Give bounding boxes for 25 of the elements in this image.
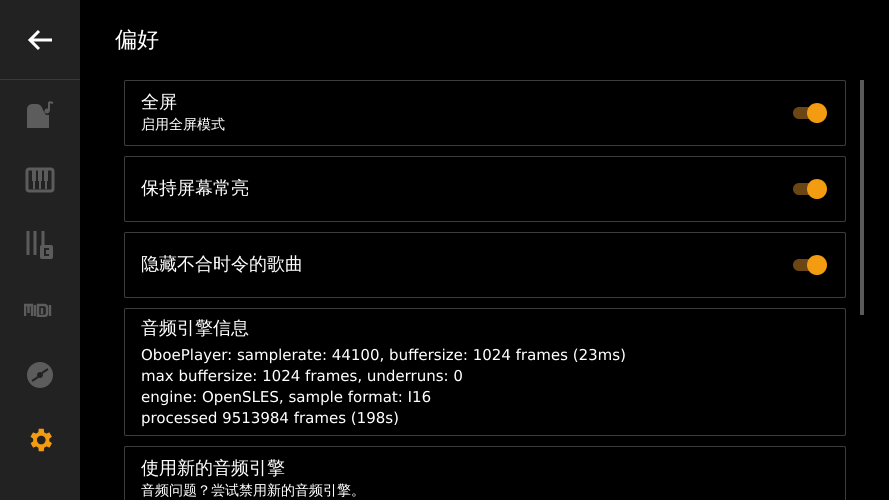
setting-card[interactable]: 音频引擎信息 OboePlayer: samplerate: 44100, buffersize: 1024 frames (23ms) max buffersize: 1024 frames, underruns: 0 engine: OpenSLES, sample format: I16 processed 9513984 frames (198s) <box>124 308 846 436</box>
piano-keys-icon <box>25 166 55 192</box>
page-title: 偏好 <box>115 28 159 54</box>
toggle-switch[interactable] <box>791 253 827 277</box>
setting-title: 隐藏不合时令的歌曲 <box>141 253 304 277</box>
info-line: OboePlayer: samplerate: 44100, buffersize: 1024 frames (23ms) <box>141 345 627 366</box>
setting-title: 音频引擎信息 <box>141 317 250 341</box>
setting-card[interactable]: 隐藏不合时令的歌曲 <box>124 232 846 298</box>
setting-card[interactable]: 使用新的音频引擎 音频问题？尝试禁用新的音频引擎。 <box>124 446 846 500</box>
toggle-switch[interactable] <box>791 101 827 125</box>
toggle-switch[interactable] <box>791 177 827 201</box>
info-line: max buffersize: 1024 frames, underruns: 0 <box>141 366 464 387</box>
setting-card[interactable]: 全屏 启用全屏模式 <box>124 80 846 146</box>
back-arrow-icon <box>26 28 54 52</box>
setting-title: 使用新的音频引擎 <box>141 457 286 481</box>
setting-card[interactable]: 保持屏幕常亮 <box>124 156 846 222</box>
info-line: engine: OpenSLES, sample format: I16 <box>141 387 432 408</box>
disc-icon <box>26 360 54 388</box>
chord-icon <box>25 228 55 260</box>
setting-title: 保持屏幕常亮 <box>141 177 250 201</box>
setting-title: 全屏 <box>141 91 178 115</box>
grand-piano-icon <box>25 100 55 130</box>
setting-description: 启用全屏模式 <box>141 116 226 135</box>
info-line: processed 9513984 frames (198s) <box>141 408 400 429</box>
setting-description: 音频问题？尝试禁用新的音频引擎。 <box>141 482 366 500</box>
